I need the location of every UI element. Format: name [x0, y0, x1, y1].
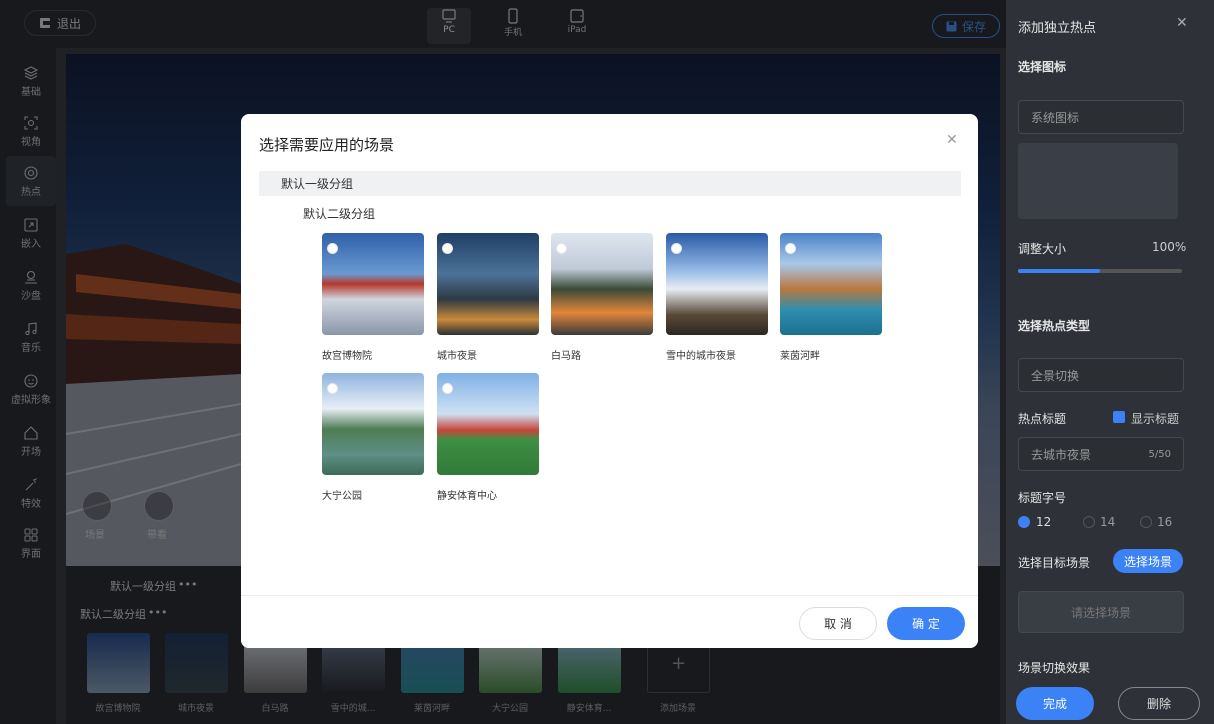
scene-thumbnail: [322, 233, 424, 335]
dialog-title: 选择需要应用的场景: [259, 136, 395, 154]
scene-card[interactable]: 城市夜景: [437, 233, 539, 362]
font-size-option: 14: [1100, 515, 1116, 529]
scene-card-label: 白马路: [551, 351, 581, 362]
choose-scene-button[interactable]: 选择场景: [1113, 549, 1183, 573]
title-input-value: 去城市夜景: [1031, 447, 1092, 462]
show-title-checkbox[interactable]: [1113, 411, 1125, 423]
selected-scene-field[interactable]: 请选择场景: [1018, 591, 1184, 633]
scene-card-label: 雪中的城市夜景: [666, 351, 736, 362]
dialog-footer: 取 消 确 定: [241, 595, 978, 648]
font-size-radio-14[interactable]: [1083, 516, 1095, 528]
selected-scene-placeholder: 请选择场景: [1070, 605, 1131, 620]
scene-radio[interactable]: [556, 243, 567, 254]
resize-slider-fill: [1018, 269, 1100, 273]
scene-thumbnail: [666, 233, 768, 335]
hotspot-type-heading: 选择热点类型: [1018, 319, 1091, 333]
cancel-button[interactable]: 取 消: [799, 607, 877, 640]
scene-radio[interactable]: [327, 243, 338, 254]
transition-label: 场景切换效果: [1018, 661, 1091, 675]
scene-card-label: 故宫博物院: [322, 351, 372, 362]
select-scene-dialog: 选择需要应用的场景 ✕ 默认一级分组 默认二级分组 故宫博物院 城市夜景 白马路…: [241, 114, 978, 648]
title-input[interactable]: 去城市夜景 5/50: [1018, 437, 1184, 471]
choose-scene-label: 选择场景: [1123, 554, 1172, 569]
hotspot-title-label: 热点标题: [1018, 412, 1067, 426]
close-icon[interactable]: ✕: [1176, 15, 1188, 31]
scene-thumbnail: [437, 373, 539, 475]
panel-title: 添加独立热点: [1018, 21, 1097, 36]
hotspot-type-select[interactable]: 全景切换: [1018, 358, 1184, 392]
resize-slider[interactable]: [1018, 269, 1182, 273]
close-icon[interactable]: ✕: [946, 132, 958, 148]
font-size-label: 标题字号: [1018, 491, 1067, 505]
resize-label: 调整大小: [1018, 242, 1067, 256]
icon-source-value: 系统图标: [1031, 110, 1080, 125]
scene-radio[interactable]: [442, 243, 453, 254]
scene-card[interactable]: 白马路: [551, 233, 653, 362]
font-size-radio-16[interactable]: [1140, 516, 1152, 528]
target-scene-label: 选择目标场景: [1018, 556, 1091, 570]
scene-card-label: 城市夜景: [437, 351, 477, 362]
scene-radio[interactable]: [785, 243, 796, 254]
resize-value: 100%: [1152, 240, 1187, 254]
select-icon-heading: 选择图标: [1018, 60, 1067, 74]
scene-card-label: 大宁公园: [322, 491, 362, 502]
hotspot-settings-panel: 添加独立热点 ✕ 选择图标 系统图标 调整大小 100% 选择热点类型 全景切换…: [1006, 0, 1214, 724]
scene-thumbnail: [437, 233, 539, 335]
cancel-label: 取 消: [824, 617, 852, 631]
confirm-button[interactable]: 确 定: [887, 607, 965, 640]
dialog-group1-label: 默认一级分组: [259, 171, 961, 196]
hotspot-type-value: 全景切换: [1031, 368, 1080, 383]
font-size-option: 12: [1036, 515, 1052, 529]
scene-card[interactable]: 雪中的城市夜景: [666, 233, 768, 362]
delete-label: 删除: [1146, 697, 1171, 711]
scene-card-label: 莱茵河畔: [780, 351, 820, 362]
icon-source-select[interactable]: 系统图标: [1018, 100, 1184, 134]
scene-card[interactable]: 莱茵河畔: [780, 233, 882, 362]
scene-radio[interactable]: [442, 383, 453, 394]
scene-radio[interactable]: [327, 383, 338, 394]
show-title-label: 显示标题: [1131, 412, 1180, 426]
scene-thumbnail: [551, 233, 653, 335]
scene-thumbnail: [780, 233, 882, 335]
icon-grid[interactable]: [1018, 143, 1178, 219]
scene-radio[interactable]: [671, 243, 682, 254]
done-label: 完成: [1042, 697, 1067, 711]
delete-button[interactable]: 删除: [1118, 687, 1200, 720]
scene-card-label: 静安体育中心: [437, 491, 497, 502]
scene-card[interactable]: 大宁公园: [322, 373, 424, 502]
font-size-option: 16: [1157, 515, 1173, 529]
dialog-group2-label: 默认二级分组: [303, 207, 376, 221]
scene-card[interactable]: 静安体育中心: [437, 373, 539, 502]
font-size-radio-12[interactable]: [1018, 516, 1030, 528]
scene-card[interactable]: 故宫博物院: [322, 233, 424, 362]
done-button[interactable]: 完成: [1016, 687, 1094, 720]
confirm-label: 确 定: [912, 617, 940, 631]
title-count: 5/50: [1148, 448, 1171, 460]
scene-thumbnail: [322, 373, 424, 475]
